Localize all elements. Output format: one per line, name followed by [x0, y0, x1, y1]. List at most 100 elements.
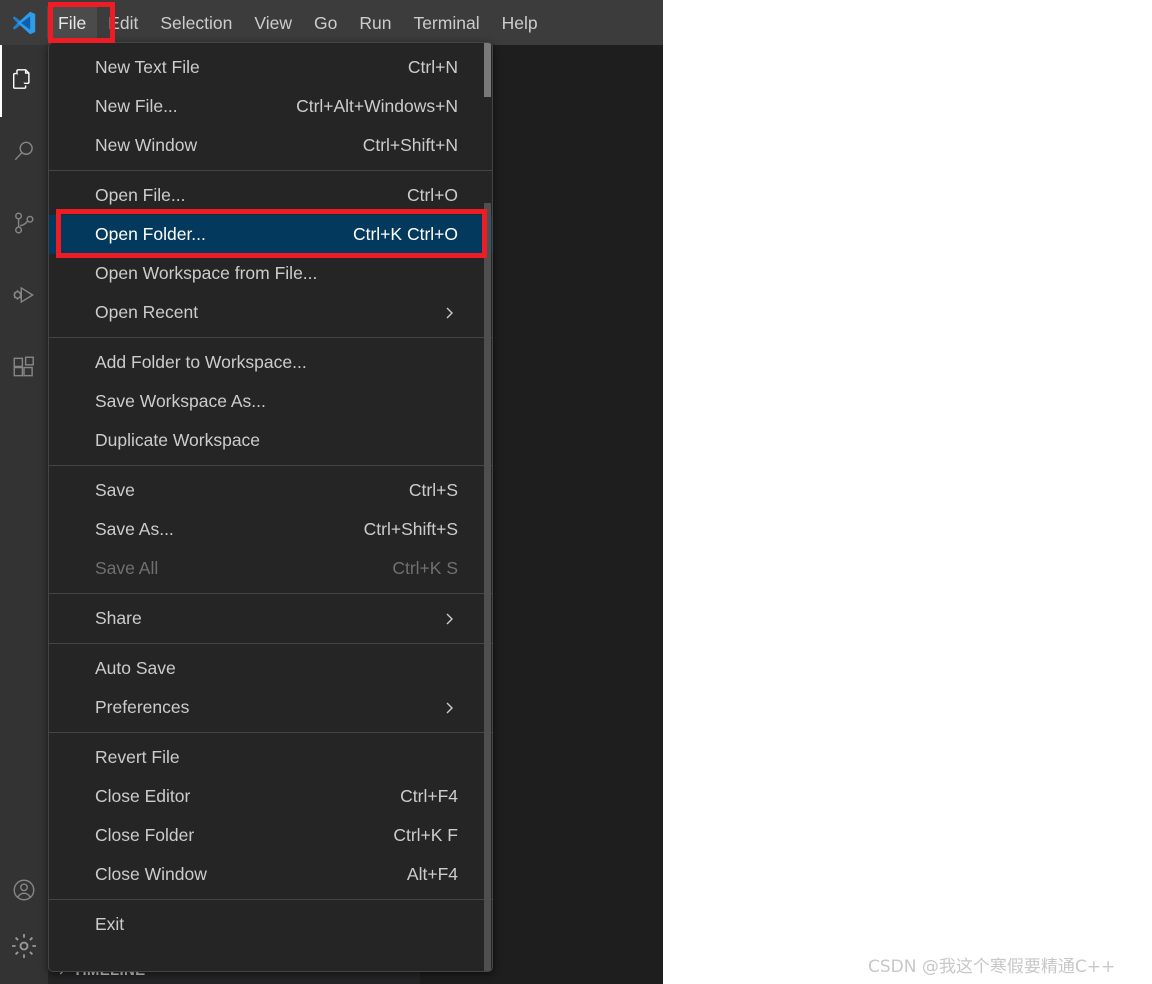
menu-item-add-folder-to-workspace[interactable]: Add Folder to Workspace...: [49, 343, 492, 382]
menu-bar-item-label: File: [58, 12, 87, 33]
menu-item-label: Open Recent: [95, 302, 199, 322]
menu-separator: [49, 899, 492, 900]
menu-bar-item-label: Selection: [160, 12, 233, 33]
vscode-window: TIMELINE File Edit: [0, 0, 663, 984]
menu-item-keybinding: Ctrl+K Ctrl+O: [352, 224, 458, 244]
chevron-right-icon: [440, 304, 458, 322]
menu-item-new-text-file[interactable]: New Text File Ctrl+N: [49, 48, 492, 87]
menu-item-label: Save All: [95, 558, 159, 578]
activity-bar-item-settings[interactable]: [0, 920, 48, 976]
activity-bar-item-explorer[interactable]: [0, 45, 48, 117]
menu-item-close-editor[interactable]: Close Editor Ctrl+F4: [49, 777, 492, 816]
menu-item-label: Open File...: [95, 185, 186, 205]
menu-item-label: Close Window: [95, 864, 207, 884]
menu-item-preferences[interactable]: Preferences: [49, 688, 492, 727]
activity-bar-bottom-group: [0, 864, 48, 976]
file-menu-dropdown: New Text File Ctrl+N New File... Ctrl+Alt+W…: [48, 42, 493, 972]
menu-item-new-window[interactable]: New Window Ctrl+Shift+N: [49, 126, 492, 165]
menu-item-save[interactable]: Save Ctrl+S: [49, 471, 492, 510]
activity-bar-top-group: [0, 45, 48, 405]
menu-scrollbar-thumb[interactable]: [484, 43, 491, 97]
menu-bar-item-label: Edit: [108, 12, 139, 33]
menu-bar-item-go[interactable]: Go: [303, 7, 348, 39]
menu-item-open-file[interactable]: Open File... Ctrl+O: [49, 176, 492, 215]
account-icon: [11, 877, 37, 908]
menu-bar: File Edit Selection View Go Run Terminal…: [47, 0, 549, 45]
menu-item-keybinding: Ctrl+Shift+N: [362, 135, 458, 155]
menu-item-close-folder[interactable]: Close Folder Ctrl+K F: [49, 816, 492, 855]
menu-item-label: Preferences: [95, 697, 190, 717]
menu-item-keybinding: Ctrl+N: [407, 57, 458, 77]
menu-item-label: Open Workspace from File...: [95, 263, 318, 283]
menu-bar-item-label: View: [254, 12, 292, 33]
chevron-right-icon: [440, 610, 458, 628]
menu-item-save-workspace-as[interactable]: Save Workspace As...: [49, 382, 492, 421]
activity-bar-item-extensions[interactable]: [0, 333, 48, 405]
menu-item-keybinding: Ctrl+F4: [400, 786, 458, 806]
menu-item-keybinding: Ctrl+Alt+Windows+N: [296, 96, 458, 116]
run-and-debug-icon: [11, 282, 37, 313]
menu-item-keybinding: Ctrl+S: [408, 480, 458, 500]
menu-item-keybinding: Ctrl+K S: [392, 558, 458, 578]
menu-item-share[interactable]: Share: [49, 599, 492, 638]
menu-item-new-file[interactable]: New File... Ctrl+Alt+Windows+N: [49, 87, 492, 126]
menu-item-revert-file[interactable]: Revert File: [49, 738, 492, 777]
menu-item-close-window[interactable]: Close Window Alt+F4: [49, 855, 492, 894]
activity-bar-item-source-control[interactable]: [0, 189, 48, 261]
screenshot-root: TIMELINE File Edit: [0, 0, 1152, 984]
menu-bar-item-terminal[interactable]: Terminal: [402, 7, 490, 39]
title-bar: File Edit Selection View Go Run Terminal…: [0, 0, 663, 45]
source-control-icon: [11, 210, 37, 241]
vscode-logo-icon: [9, 8, 39, 38]
menu-item-duplicate-workspace[interactable]: Duplicate Workspace: [49, 421, 492, 460]
menu-bar-item-view[interactable]: View: [243, 7, 303, 39]
activity-bar-item-search[interactable]: [0, 117, 48, 189]
menu-bar-item-label: Terminal: [413, 12, 480, 33]
menu-bar-item-help[interactable]: Help: [491, 7, 549, 39]
menu-separator: [49, 593, 492, 594]
menu-item-label: New Text File: [95, 57, 200, 77]
menu-item-open-folder[interactable]: Open Folder... Ctrl+K Ctrl+O: [49, 215, 492, 254]
menu-bar-item-selection[interactable]: Selection: [149, 7, 243, 39]
settings-gear-icon: [10, 932, 38, 965]
menu-item-save-as[interactable]: Save As... Ctrl+Shift+S: [49, 510, 492, 549]
activity-bar-item-account[interactable]: [0, 864, 48, 920]
search-icon: [11, 138, 37, 169]
extensions-icon: [11, 354, 37, 385]
menu-bar-item-run[interactable]: Run: [348, 7, 402, 39]
menu-item-label: Save As...: [95, 519, 174, 539]
menu-item-label: Save Workspace As...: [95, 391, 266, 411]
menu-bar-item-edit[interactable]: Edit: [97, 7, 149, 39]
menu-item-label: Close Folder: [95, 825, 195, 845]
menu-item-open-recent[interactable]: Open Recent: [49, 293, 492, 332]
menu-item-label: Add Folder to Workspace...: [95, 352, 307, 372]
menu-item-auto-save[interactable]: Auto Save: [49, 649, 492, 688]
menu-item-open-workspace-from-file[interactable]: Open Workspace from File...: [49, 254, 492, 293]
explorer-icon: [11, 66, 37, 97]
menu-item-exit[interactable]: Exit: [49, 905, 492, 944]
activity-bar: [0, 45, 48, 984]
menu-item-keybinding: Alt+F4: [406, 864, 458, 884]
menu-item-label: Save: [95, 480, 135, 500]
menu-separator: [49, 170, 492, 171]
menu-bar-item-label: Go: [313, 12, 338, 33]
menu-item-label: New File...: [95, 96, 178, 116]
menu-item-label: New Window: [95, 135, 198, 155]
menu-bar-item-file[interactable]: File: [47, 6, 98, 39]
menu-item-label: Share: [95, 608, 142, 628]
menu-item-label: Auto Save: [95, 658, 176, 678]
menu-item-keybinding: Ctrl+K F: [393, 825, 458, 845]
menu-item-save-all: Save All Ctrl+K S: [49, 549, 492, 588]
menu-scrollbar-track[interactable]: [484, 203, 491, 971]
menu-bar-item-label: Help: [501, 12, 538, 33]
menu-separator: [49, 643, 492, 644]
activity-bar-item-run-and-debug[interactable]: [0, 261, 48, 333]
menu-separator: [49, 732, 492, 733]
csdn-watermark: CSDN @我这个寒假要精通C++: [868, 957, 1116, 977]
menu-bar-item-label: Run: [359, 12, 392, 33]
menu-item-label: Exit: [95, 914, 125, 934]
menu-item-label: Revert File: [95, 747, 180, 767]
menu-item-label: Duplicate Workspace: [95, 430, 261, 450]
menu-separator: [49, 465, 492, 466]
menu-scrollbar[interactable]: [484, 43, 491, 971]
